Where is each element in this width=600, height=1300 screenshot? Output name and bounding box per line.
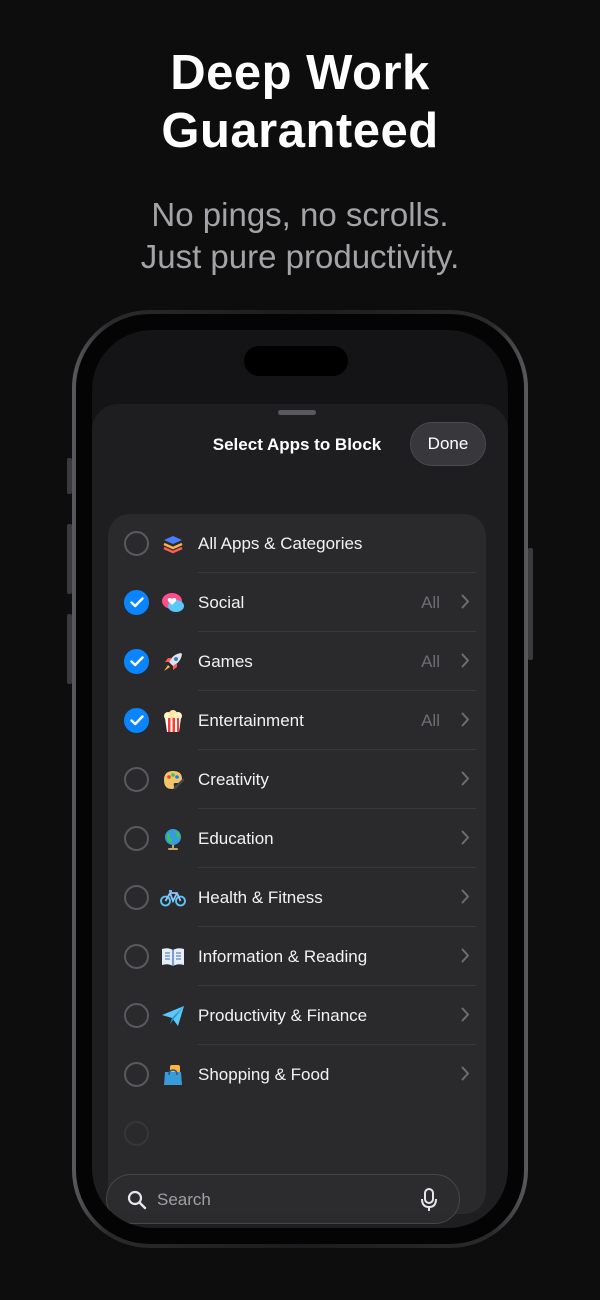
sheet-grabber[interactable] — [278, 410, 316, 415]
chevron-right-icon[interactable] — [461, 1066, 470, 1086]
category-row[interactable]: Entertainment All — [108, 691, 486, 750]
category-label: Creativity — [198, 770, 269, 789]
category-row[interactable]: Education — [108, 809, 486, 868]
checkbox-unchecked[interactable] — [124, 531, 149, 556]
microphone-icon[interactable] — [421, 1188, 437, 1212]
category-all-indicator: All — [421, 711, 440, 730]
category-row[interactable]: Productivity & Finance — [108, 986, 486, 1045]
category-label: Shopping & Food — [198, 1065, 330, 1084]
category-label: Information & Reading — [198, 947, 368, 966]
category-label: Productivity & Finance — [198, 1006, 368, 1025]
category-row[interactable]: Health & Fitness — [108, 868, 486, 927]
checkbox-unchecked[interactable] — [124, 1062, 149, 1087]
chevron-right-icon[interactable] — [461, 594, 470, 614]
category-row[interactable]: Shopping & Food — [108, 1045, 486, 1104]
category-all-indicator: All — [421, 652, 440, 671]
chevron-right-icon[interactable] — [461, 712, 470, 732]
phone-bezel: Select Apps to Block Done All Apps & Cat… — [76, 314, 524, 1244]
checkbox-unchecked[interactable] — [124, 767, 149, 792]
palette-icon — [160, 767, 186, 793]
category-label: Games — [198, 652, 253, 671]
category-all-indicator: All — [421, 593, 440, 612]
checkbox-unchecked[interactable] — [124, 826, 149, 851]
dynamic-island — [244, 346, 348, 376]
category-row[interactable]: Social All — [108, 573, 486, 632]
phone-frame: Select Apps to Block Done All Apps & Cat… — [72, 310, 528, 1248]
category-row[interactable]: Games All — [108, 632, 486, 691]
category-label: Health & Fitness — [198, 888, 323, 907]
search-icon — [127, 1190, 147, 1210]
speech-heart-icon — [160, 590, 186, 616]
chevron-right-icon[interactable] — [461, 653, 470, 673]
globe-icon — [160, 826, 186, 852]
rocket-icon — [160, 649, 186, 675]
promo-headline: Deep Work Guaranteed — [0, 44, 600, 160]
shopping-bag-icon — [160, 1062, 186, 1088]
paper-plane-icon — [160, 1003, 186, 1029]
popcorn-icon — [160, 708, 186, 734]
checkbox-checked[interactable] — [124, 590, 149, 615]
search-input[interactable]: Search — [157, 1189, 211, 1211]
category-row[interactable]: All Apps & Categories — [108, 514, 486, 573]
search-bar[interactable]: Search — [106, 1174, 460, 1224]
phone-screen: Select Apps to Block Done All Apps & Cat… — [92, 330, 508, 1228]
checkbox-unchecked — [124, 1121, 149, 1146]
app-picker-sheet: Select Apps to Block Done All Apps & Cat… — [92, 404, 508, 1228]
checkbox-unchecked[interactable] — [124, 885, 149, 910]
power-button — [528, 548, 533, 660]
chevron-right-icon[interactable] — [461, 830, 470, 850]
checkbox-unchecked[interactable] — [124, 944, 149, 969]
category-row[interactable]: Creativity — [108, 750, 486, 809]
category-row-hidden — [108, 1104, 486, 1163]
book-icon — [160, 944, 186, 970]
subline-line-1: No pings, no scrolls. — [151, 196, 449, 233]
stack-icon — [160, 531, 186, 557]
category-label: Social — [198, 593, 245, 612]
promo-subline: No pings, no scrolls. Just pure producti… — [0, 194, 600, 278]
bicycle-icon — [160, 885, 186, 911]
chevron-right-icon[interactable] — [461, 771, 470, 791]
category-list: All Apps & Categories Social All Games All En… — [108, 514, 486, 1214]
headline-line-1: Deep Work — [170, 46, 430, 100]
chevron-right-icon[interactable] — [461, 948, 470, 968]
checkbox-unchecked[interactable] — [124, 1003, 149, 1028]
done-button[interactable]: Done — [410, 422, 486, 466]
chevron-right-icon[interactable] — [461, 889, 470, 909]
category-label: Education — [198, 829, 274, 848]
checkbox-checked[interactable] — [124, 708, 149, 733]
checkbox-checked[interactable] — [124, 649, 149, 674]
subline-line-2: Just pure productivity. — [140, 238, 460, 275]
category-row[interactable]: Information & Reading — [108, 927, 486, 986]
chevron-right-icon[interactable] — [461, 1007, 470, 1027]
headline-line-2: Guaranteed — [161, 104, 439, 158]
category-label: Entertainment — [198, 711, 304, 730]
category-label: All Apps & Categories — [198, 534, 363, 553]
